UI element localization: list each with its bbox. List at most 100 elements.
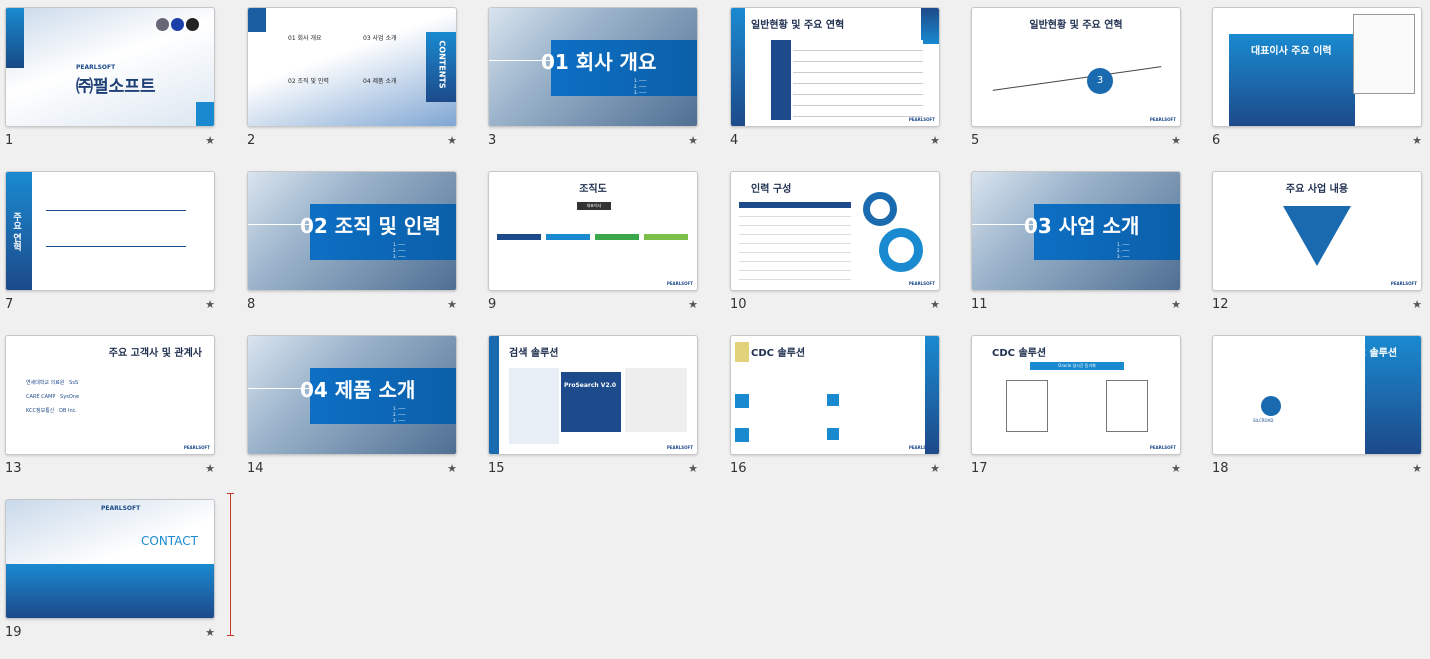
slide-preview[interactable]: 02 조직 및 인력 1. ─── 2. ─── 3. ─── xyxy=(247,171,457,291)
slide-number: 2 xyxy=(247,133,256,148)
slide-thumbnail-11[interactable]: 03 사업 소개 1. ─── 2. ─── 3. ─── 11 ★ xyxy=(971,171,1181,331)
slide-title: CDC 솔루션 xyxy=(992,348,1047,359)
slide-thumbnail-5[interactable]: 3 일반현황 및 주요 연혁 PEARLSOFT 5 ★ xyxy=(971,7,1181,167)
slide-preview[interactable]: 01 회사 개요 1. ─── 2. ─── 3. ─── xyxy=(488,7,698,127)
slide-preview[interactable]: CONTENTS 01 회사 개요 02 조직 및 인력 03 사업 소개 04… xyxy=(247,7,457,127)
company-title: ㈜펄소프트 xyxy=(76,77,156,97)
slide-thumbnail-18[interactable]: SILCROAD CDC 솔루션 PEARLSOFT 18 ★ xyxy=(1212,335,1422,495)
center-label: SILCROAD xyxy=(1253,418,1274,423)
star-icon[interactable]: ★ xyxy=(1171,298,1181,311)
section-title: 03 사업 소개 xyxy=(1024,214,1140,238)
star-icon[interactable]: ★ xyxy=(688,298,698,311)
footer-logo: PEARLSOFT xyxy=(908,281,935,286)
star-icon[interactable]: ★ xyxy=(205,462,215,475)
slide-thumbnail-16[interactable]: CDC 솔루션 PEARLSOFT 16 ★ xyxy=(730,335,940,495)
star-icon[interactable]: ★ xyxy=(688,462,698,475)
star-icon[interactable]: ★ xyxy=(1412,462,1422,475)
slide-number: 11 xyxy=(971,297,988,312)
slide-thumbnail-4[interactable]: 일반현황 및 주요 연혁 PEARLSOFT 4 ★ xyxy=(730,7,940,167)
footer-logo: PEARLSOFT xyxy=(1149,445,1176,450)
star-icon[interactable]: ★ xyxy=(447,462,457,475)
slide-preview[interactable]: 03 사업 소개 1. ─── 2. ─── 3. ─── xyxy=(971,171,1181,291)
slide-number: 18 xyxy=(1212,461,1229,476)
slide-thumbnail-6[interactable]: 대표이사 주요 이력 6 ★ xyxy=(1212,7,1422,167)
slide-preview[interactable]: 연세대학교 의료원 SsS CARE CAMP SysOne KCC정보통신 DB … xyxy=(5,335,215,455)
slide-preview[interactable]: ProSearch V2.0 검색 솔루션 PEARLSOFT xyxy=(488,335,698,455)
slide-preview[interactable]: 주요 연혁 xyxy=(5,171,215,291)
slide-thumbnail-2[interactable]: CONTENTS 01 회사 개요 02 조직 및 인력 03 사업 소개 04… xyxy=(247,7,457,167)
slide-thumbnail-10[interactable]: 인력 구성 PEARLSOFT 10 ★ xyxy=(730,171,940,331)
slide-preview[interactable]: 3 일반현황 및 주요 연혁 PEARLSOFT xyxy=(971,7,1181,127)
slide-preview[interactable]: 대표이사 주요 이력 xyxy=(1212,7,1422,127)
insertion-marker-bottom xyxy=(227,635,234,636)
slide-thumbnail-15[interactable]: ProSearch V2.0 검색 솔루션 PEARLSOFT 15 ★ xyxy=(488,335,698,495)
toc-item: 02 조직 및 인력 xyxy=(288,78,329,85)
toc-item: 04 제품 소개 xyxy=(363,78,397,85)
footer-logo: PEARLSOFT xyxy=(183,445,210,450)
section-title: 04 제품 소개 xyxy=(300,378,416,402)
slide-preview[interactable]: 주요 사업 내용 PEARLSOFT xyxy=(1212,171,1422,291)
toc-item: 01 회사 개요 xyxy=(288,35,322,42)
slide-number: 13 xyxy=(5,461,22,476)
slide-number: 8 xyxy=(247,297,256,312)
slide-preview[interactable]: CDC 솔루션 PEARLSOFT xyxy=(730,335,940,455)
star-icon[interactable]: ★ xyxy=(688,134,698,147)
slide-title: 인력 구성 xyxy=(751,184,792,195)
slide-preview[interactable]: SILCROAD CDC 솔루션 PEARLSOFT xyxy=(1212,335,1422,455)
slide-thumbnail-14[interactable]: 04 제품 소개 1. ─── 2. ─── 3. ─── 14 ★ xyxy=(247,335,457,495)
logo: PEARLSOFT xyxy=(76,64,116,71)
star-icon[interactable]: ★ xyxy=(1171,134,1181,147)
footer-logo: PEARLSOFT xyxy=(1390,445,1417,450)
logo: PEARLSOFT xyxy=(101,505,141,512)
slide-preview[interactable]: 일반현황 및 주요 연혁 PEARLSOFT xyxy=(730,7,940,127)
star-icon[interactable]: ★ xyxy=(930,462,940,475)
org-top: 대표이사 xyxy=(577,202,611,210)
slide-thumbnail-3[interactable]: 01 회사 개요 1. ─── 2. ─── 3. ─── 3 ★ xyxy=(488,7,698,167)
slide-title: 조직도 xyxy=(579,184,607,195)
slide-preview[interactable]: PEARLSOFT ㈜펄소프트 xyxy=(5,7,215,127)
slide-number: 17 xyxy=(971,461,988,476)
slide-thumbnail-17[interactable]: Oracle 실시간 동기화 CDC 솔루션 PEARLSOFT 17 ★ xyxy=(971,335,1181,495)
slide-number: 7 xyxy=(5,297,14,312)
star-icon[interactable]: ★ xyxy=(930,134,940,147)
slide-preview[interactable]: 04 제품 소개 1. ─── 2. ─── 3. ─── xyxy=(247,335,457,455)
slide-thumbnail-12[interactable]: 주요 사업 내용 PEARLSOFT 12 ★ xyxy=(1212,171,1422,331)
star-icon[interactable]: ★ xyxy=(447,298,457,311)
slide-thumbnail-8[interactable]: 02 조직 및 인력 1. ─── 2. ─── 3. ─── 8 ★ xyxy=(247,171,457,331)
slide-number: 14 xyxy=(247,461,264,476)
star-icon[interactable]: ★ xyxy=(1412,134,1422,147)
slide-preview[interactable]: 대표이사 조직도 PEARLSOFT xyxy=(488,171,698,291)
footer-logo: PEARLSOFT xyxy=(666,281,693,286)
slide-thumbnail-13[interactable]: 연세대학교 의료원 SsS CARE CAMP SysOne KCC정보통신 DB … xyxy=(5,335,215,495)
slide-number: 6 xyxy=(1212,133,1221,148)
insertion-marker xyxy=(230,493,231,636)
client-logos: 연세대학교 의료원 SsS CARE CAMP SysOne KCC정보통신 DB … xyxy=(26,380,80,414)
product-name: ProSearch V2.0 xyxy=(564,382,617,389)
footer-logo: PEARLSOFT xyxy=(1390,281,1417,286)
slide-number: 16 xyxy=(730,461,747,476)
star-icon[interactable]: ★ xyxy=(205,134,215,147)
slide-number: 9 xyxy=(488,297,497,312)
contact-title: CONTACT xyxy=(141,534,198,548)
slide-preview[interactable]: 인력 구성 PEARLSOFT xyxy=(730,171,940,291)
star-icon[interactable]: ★ xyxy=(447,134,457,147)
slide-preview[interactable]: PEARLSOFT CONTACT xyxy=(5,499,215,619)
star-icon[interactable]: ★ xyxy=(930,298,940,311)
slide-thumbnail-19[interactable]: PEARLSOFT CONTACT 19 ★ xyxy=(5,499,215,659)
star-icon[interactable]: ★ xyxy=(205,298,215,311)
insertion-marker-top xyxy=(227,493,234,494)
slide-preview[interactable]: Oracle 실시간 동기화 CDC 솔루션 PEARLSOFT xyxy=(971,335,1181,455)
slide-number: 5 xyxy=(971,133,980,148)
star-icon[interactable]: ★ xyxy=(1171,462,1181,475)
slide-title: 대표이사 주요 이력 xyxy=(1251,46,1332,57)
section-title: 02 조직 및 인력 xyxy=(300,214,441,238)
star-icon[interactable]: ★ xyxy=(205,626,215,639)
slide-thumbnail-9[interactable]: 대표이사 조직도 PEARLSOFT 9 ★ xyxy=(488,171,698,331)
slide-thumbnail-1[interactable]: PEARLSOFT ㈜펄소프트 1 ★ xyxy=(5,7,215,167)
slide-title: 일반현황 및 주요 연혁 xyxy=(1029,20,1123,31)
footer-logo: PEARLSOFT xyxy=(908,445,935,450)
star-icon[interactable]: ★ xyxy=(1412,298,1422,311)
footer-logo: PEARLSOFT xyxy=(666,445,693,450)
slide-thumbnail-7[interactable]: 주요 연혁 7 ★ xyxy=(5,171,215,331)
slide-number: 4 xyxy=(730,133,739,148)
